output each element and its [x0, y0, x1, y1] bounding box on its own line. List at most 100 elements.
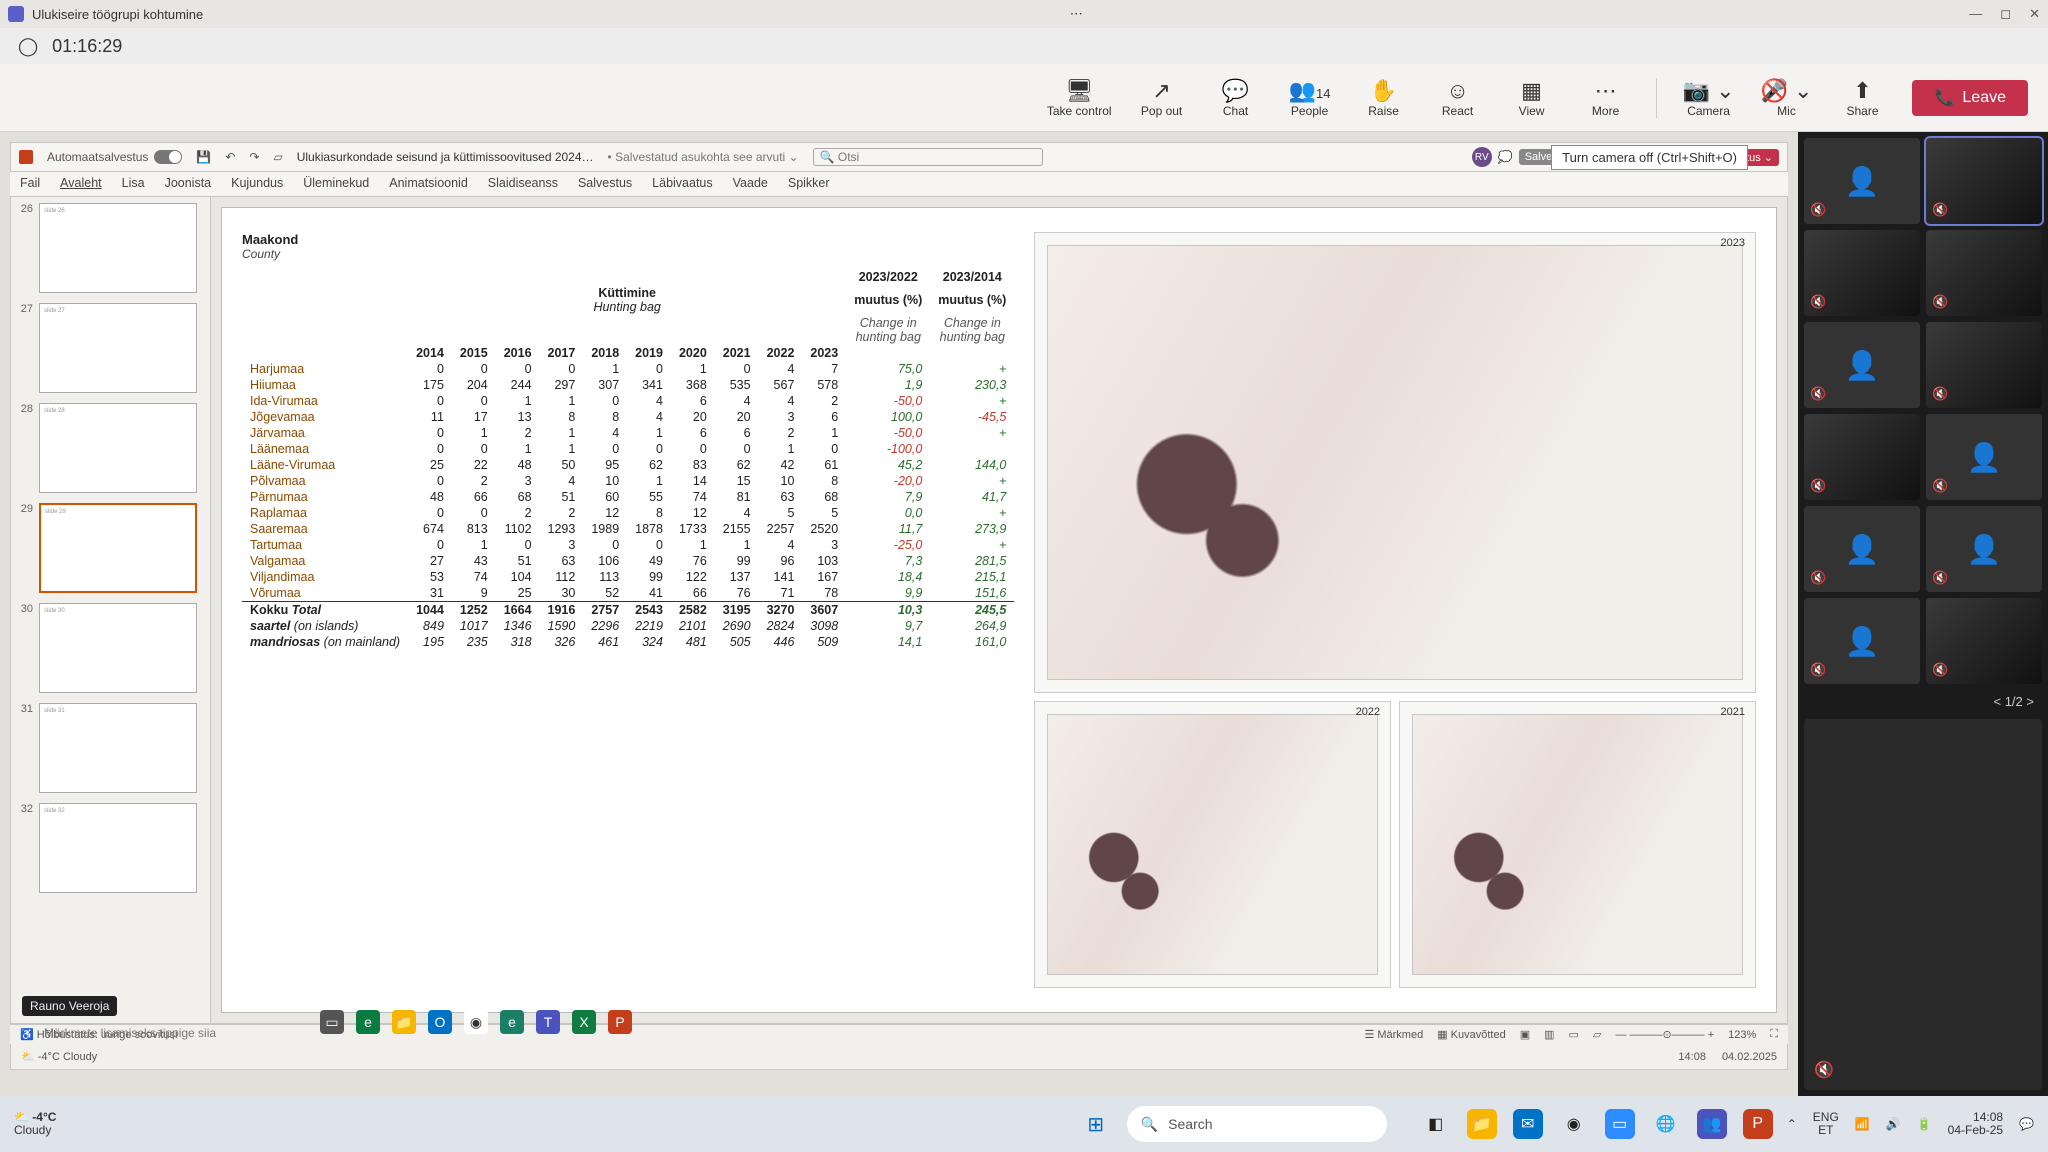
react-button[interactable]: ☺React: [1434, 78, 1482, 118]
pop-out-button[interactable]: ↗Pop out: [1138, 78, 1186, 118]
chat-button[interactable]: 💬Chat: [1212, 78, 1260, 118]
camera-button[interactable]: 📷 ⌄Camera: [1683, 78, 1735, 118]
slide-thumb-26[interactable]: slide 26: [39, 203, 197, 293]
slide-thumb-30[interactable]: slide 30: [39, 603, 197, 693]
participant-tile[interactable]: 🔇: [1926, 322, 2042, 408]
tray-date-mini: 04.02.2025: [1722, 1051, 1777, 1063]
view-button[interactable]: ▦View: [1508, 78, 1556, 118]
self-video-tile[interactable]: 🔇: [1804, 719, 2042, 1090]
participant-tile[interactable]: 🔇: [1926, 230, 2042, 316]
ppt-tab-spikker[interactable]: Spikker: [788, 176, 830, 190]
ppt-tab-joonista[interactable]: Joonista: [165, 176, 212, 190]
zoom-slider[interactable]: — ———⊙——— +: [1615, 1028, 1714, 1041]
view-reading-icon[interactable]: ▭: [1569, 1028, 1579, 1041]
notes-placeholder[interactable]: Märkmete lisamiseks tippige siia: [44, 1026, 216, 1040]
shared-screen: Automaatsalvestus 💾 ↶ ↷ ▱ Ulukiasurkonda…: [0, 132, 1798, 1096]
pop-out-icon: ↗: [1152, 78, 1170, 104]
taskbar-clock[interactable]: 14:0804-Feb-25: [1948, 1111, 2003, 1137]
ppt-tab-kujundus[interactable]: Kujundus: [231, 176, 283, 190]
ppt-tab-avaleht[interactable]: Avaleht: [60, 176, 101, 190]
raise-hand-button[interactable]: ✋Raise: [1360, 78, 1408, 118]
participant-tile[interactable]: 🔇: [1804, 414, 1920, 500]
slide-thumb-32[interactable]: slide 32: [39, 803, 197, 893]
participant-tile[interactable]: 👤🔇: [1926, 414, 2042, 500]
ppt-tab-vaade[interactable]: Vaade: [733, 176, 768, 190]
mic-muted-icon: 🔇: [1810, 478, 1826, 494]
map-year-label: 2022: [1356, 706, 1380, 718]
fit-window-icon[interactable]: ⛶: [1770, 1028, 1778, 1041]
slide-thumb-31[interactable]: slide 31: [39, 703, 197, 793]
ppt-tab-üleminekud[interactable]: Üleminekud: [303, 176, 369, 190]
ppt-tab-lisa[interactable]: Lisa: [122, 176, 145, 190]
user-avatar-icon[interactable]: RV: [1472, 147, 1492, 167]
view-slideshow-icon[interactable]: ▱: [1593, 1028, 1601, 1041]
participant-tile[interactable]: 👤🔇: [1804, 322, 1920, 408]
participant-tile[interactable]: 👤🔇: [1804, 598, 1920, 684]
participant-tile[interactable]: 🔇: [1926, 598, 2042, 684]
wifi-icon[interactable]: 📶: [1855, 1117, 1870, 1131]
save-icon[interactable]: 💾: [196, 150, 211, 164]
display-settings-button[interactable]: ▦ Kuvavõtted: [1437, 1028, 1506, 1041]
participant-tile[interactable]: 👤🔇: [1804, 506, 1920, 592]
slide-thumbnails[interactable]: 26slide 2627slide 2728slide 2829slide 29…: [11, 197, 211, 1023]
taskview-icon[interactable]: ◧: [1421, 1109, 1451, 1139]
zoom-level[interactable]: 123%: [1728, 1029, 1756, 1041]
mic-button[interactable]: 🎤🚫 ⌄Mic: [1761, 78, 1813, 118]
view-normal-icon[interactable]: ▣: [1520, 1028, 1530, 1041]
data-table-wrap: Maakond County 2023/20222023/2014Küttimi…: [242, 232, 1014, 988]
react-icon: ☺: [1446, 78, 1468, 104]
minimize-button[interactable]: —: [1969, 6, 1982, 22]
ppt-tab-salvestus[interactable]: Salvestus: [578, 176, 632, 190]
ppt-tab-slaidiseanss[interactable]: Slaidiseanss: [488, 176, 558, 190]
notifications-icon[interactable]: 💬: [2019, 1117, 2034, 1131]
title-bar: Ulukiseire töögrupi kohtumine ⋯ — ◻ ✕: [0, 0, 2048, 28]
take-control-button[interactable]: 🖥Take control: [1047, 78, 1112, 118]
participant-tile[interactable]: 👤🔇: [1804, 138, 1920, 224]
share-button[interactable]: ⬆Share: [1838, 78, 1886, 118]
ppt-tab-fail[interactable]: Fail: [20, 176, 40, 190]
battery-icon[interactable]: 🔋: [1917, 1117, 1932, 1131]
windows-taskbar[interactable]: ⛅ -4°C Cloudy ⊞ 🔍Search ◧ 📁 ✉ ◉ ▭ 🌐 👥 P …: [0, 1096, 2048, 1152]
people-button[interactable]: 👥14People: [1286, 78, 1334, 118]
close-button[interactable]: ✕: [2029, 6, 2040, 22]
more-button[interactable]: ⋯More: [1582, 78, 1630, 118]
leave-button[interactable]: 📞Leave: [1912, 80, 2028, 116]
explorer-icon[interactable]: 📁: [1467, 1109, 1497, 1139]
taskbar-search[interactable]: 🔍Search: [1127, 1106, 1387, 1142]
participant-tile[interactable]: 🔇: [1804, 230, 1920, 316]
undo-icon[interactable]: ↶: [225, 150, 235, 164]
ppt-tab-animatsioonid[interactable]: Animatsioonid: [389, 176, 468, 190]
slide-thumb-29[interactable]: slide 29: [39, 503, 197, 593]
ppt-search-input[interactable]: 🔍 Otsi: [813, 148, 1043, 166]
maximize-button[interactable]: ◻: [2000, 6, 2011, 22]
mic-muted-icon: 🔇: [1810, 294, 1826, 310]
notes-button[interactable]: ☰ Märkmed: [1364, 1028, 1423, 1041]
mic-muted-icon: 🔇: [1932, 570, 1948, 586]
autosave-toggle[interactable]: Automaatsalvestus: [47, 150, 182, 164]
chrome-icon[interactable]: ◉: [1559, 1109, 1589, 1139]
teams-taskbar-icon[interactable]: 👥: [1697, 1109, 1727, 1139]
hunting-table: 2023/20222023/2014KüttimineHunting bagmu…: [242, 269, 1014, 650]
outlook-icon[interactable]: ✉: [1513, 1109, 1543, 1139]
participant-pager[interactable]: < 1/2 >: [1804, 690, 2042, 713]
slide-thumb-27[interactable]: slide 27: [39, 303, 197, 393]
tray-chevron-icon[interactable]: ⌃: [1787, 1117, 1797, 1131]
slide-thumb-28[interactable]: slide 28: [39, 403, 197, 493]
excel-icon: X: [572, 1010, 596, 1034]
participant-tile[interactable]: 👤🔇: [1926, 506, 2042, 592]
powerpoint-taskbar-icon[interactable]: P: [1743, 1109, 1773, 1139]
volume-icon[interactable]: 🔊: [1886, 1117, 1901, 1131]
mic-muted-icon: 🔇: [1932, 662, 1948, 678]
edge-icon[interactable]: 🌐: [1651, 1109, 1681, 1139]
redo-icon[interactable]: ↷: [249, 150, 259, 164]
window-more-icon[interactable]: ⋯: [1070, 6, 1083, 22]
start-slideshow-icon[interactable]: ▱: [273, 150, 282, 164]
zoom-icon[interactable]: ▭: [1605, 1109, 1635, 1139]
participant-tile[interactable]: 🔇: [1926, 138, 2042, 224]
view-sorter-icon[interactable]: ▥: [1544, 1028, 1554, 1041]
ppt-tab-läbivaatus[interactable]: Läbivaatus: [652, 176, 712, 190]
start-button[interactable]: ⊞: [1079, 1107, 1113, 1141]
comments-icon[interactable]: 💭: [1498, 150, 1513, 164]
taskbar-weather[interactable]: ⛅ -4°C Cloudy: [14, 1111, 56, 1137]
language-switcher[interactable]: ENGET: [1813, 1111, 1839, 1137]
